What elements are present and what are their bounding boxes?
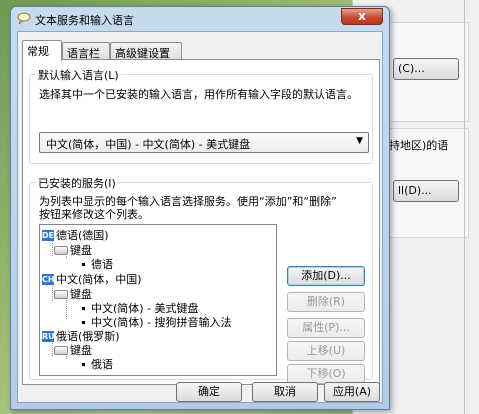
language-badge-icon: CH xyxy=(42,273,55,285)
title-bar[interactable]: 文本服务和输入语言 x xyxy=(11,7,389,31)
cancel-button[interactable]: 取消 xyxy=(252,382,318,402)
keyboard-icon xyxy=(54,245,68,255)
tree-service-label: 德语 xyxy=(91,258,113,271)
bullet-icon xyxy=(82,262,85,266)
tree-service-russian[interactable]: 俄语 xyxy=(80,356,113,372)
properties-button[interactable]: 属性(P)... xyxy=(287,318,365,338)
background-text: 持地区)的语 xyxy=(389,139,449,152)
tree-lang-german[interactable]: DE 德语(德国) xyxy=(42,227,109,243)
installed-services-tree[interactable]: DE 德语(德国) 键盘 德语 CH 中文(简体，中国) 键盘 中文(简体) -… xyxy=(39,224,277,376)
tree-lang-chinese[interactable]: CH 中文(简体，中国) xyxy=(42,271,142,287)
background-button-2[interactable]: ll(D)... xyxy=(393,180,459,202)
tab-panel-general: 默认输入语言(L) 选择其中一个已安装的输入语言，用作所有输入字段的默认语言。 … xyxy=(22,59,380,385)
move-up-button[interactable]: 上移(U) xyxy=(287,341,365,361)
tab-general[interactable]: 常规 xyxy=(22,40,62,61)
default-input-language-label: 默认输入语言(L) xyxy=(36,67,121,83)
keyboard-icon xyxy=(54,345,68,355)
tree-lang-label: 中文(简体，中国) xyxy=(56,273,142,286)
tree-service-label: 俄语 xyxy=(91,358,113,371)
move-down-button[interactable]: 下移(O) xyxy=(287,364,365,384)
bullet-icon xyxy=(82,320,85,324)
dialog-client: 常规 语言栏 高级键设置 默认输入语言(L) 选择其中一个已安装的输入语言，用作… xyxy=(17,31,383,403)
tree-service-german[interactable]: 德语 xyxy=(80,256,113,272)
add-button[interactable]: 添加(D)... xyxy=(287,266,365,286)
background-divider xyxy=(464,0,465,414)
background-button-1[interactable]: (C)... xyxy=(393,58,459,80)
installed-services-description-line2: 按钮来修改这个列表。 xyxy=(39,208,149,221)
tab-advanced-key-settings[interactable]: 高级键设置 xyxy=(110,42,182,60)
bullet-icon xyxy=(82,306,85,310)
default-input-language-description: 选择其中一个已安装的输入语言，用作所有输入字段的默认语言。 xyxy=(39,88,358,101)
ok-button[interactable]: 确定 xyxy=(176,382,242,402)
tree-lang-label: 德语(德国) xyxy=(56,229,109,242)
text-services-icon xyxy=(17,12,31,24)
installed-services-label: 已安装的服务(I) xyxy=(36,175,118,191)
language-badge-icon: RU xyxy=(42,330,55,342)
close-button[interactable]: x xyxy=(341,8,383,25)
keyboard-icon xyxy=(54,289,68,299)
text-services-dialog: 文本服务和输入语言 x 常规 语言栏 高级键设置 默认输入语言(L) 选择其中一… xyxy=(10,6,390,410)
apply-button[interactable]: 应用(A) xyxy=(324,382,380,402)
tab-language-bar[interactable]: 语言栏 xyxy=(62,42,110,60)
dialog-title: 文本服务和输入语言 xyxy=(35,14,134,27)
bullet-icon xyxy=(82,362,85,366)
default-input-language-value: 中文(简体，中国) - 中文(简体) - 美式键盘 xyxy=(46,138,251,151)
default-input-language-select[interactable]: 中文(简体，中国) - 中文(简体) - 美式键盘 ▼ xyxy=(39,132,369,153)
dropdown-arrow-icon: ▼ xyxy=(356,136,363,146)
remove-button[interactable]: 删除(R) xyxy=(287,292,365,312)
language-badge-icon: DE xyxy=(42,229,55,241)
close-icon: x xyxy=(358,9,366,23)
